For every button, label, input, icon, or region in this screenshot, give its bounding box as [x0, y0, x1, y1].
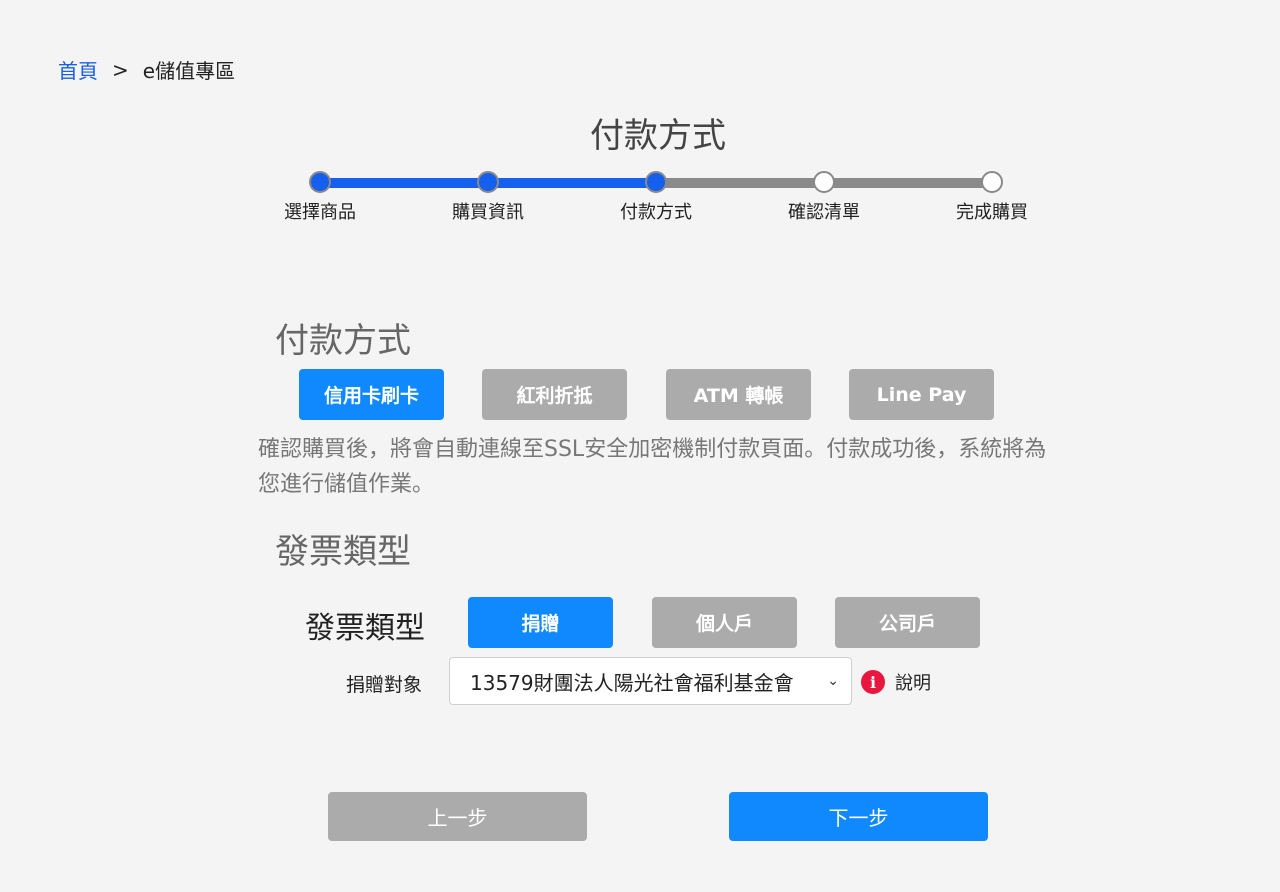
info-help-text: 說明 — [895, 673, 931, 694]
step-label: 付款方式 — [620, 202, 692, 223]
payment-credit-card-button[interactable]: 信用卡刷卡 — [299, 369, 444, 420]
step-dot — [645, 171, 667, 193]
step-dot — [813, 171, 835, 193]
step-complete: 完成購買 — [932, 170, 1052, 224]
info-help-link[interactable]: i 說明 — [861, 669, 931, 695]
step-purchase-info: 購買資訊 — [428, 170, 548, 224]
payment-description: 確認購買後，將會自動連線至SSL安全加密機制付款頁面。付款成功後，系統將為您進行… — [258, 437, 1047, 497]
step-dot — [477, 171, 499, 193]
step-label: 選擇商品 — [284, 202, 356, 223]
invoice-donate-button[interactable]: 捐贈 — [468, 597, 613, 648]
breadcrumb-home-link[interactable]: 首頁 — [58, 55, 98, 84]
next-step-button[interactable]: 下一步 — [729, 792, 988, 841]
invoice-personal-button[interactable]: 個人戶 — [652, 597, 797, 648]
payment-bonus-points-button[interactable]: 紅利折抵 — [482, 369, 627, 420]
step-payment-method: 付款方式 — [596, 170, 716, 224]
breadcrumb-current: e儲值專區 — [142, 59, 236, 83]
invoice-section-title: 發票類型 — [275, 532, 411, 572]
breadcrumb: 首頁 > e儲值專區 — [58, 55, 235, 84]
previous-step-button[interactable]: 上一步 — [328, 792, 587, 841]
payment-line-pay-button[interactable]: Line Pay — [849, 369, 994, 420]
step-label: 完成購買 — [956, 202, 1028, 223]
payment-atm-transfer-button[interactable]: ATM 轉帳 — [666, 369, 811, 420]
payment-section-title: 付款方式 — [275, 321, 411, 361]
step-confirm-list: 確認清單 — [764, 170, 884, 224]
invoice-company-button[interactable]: 公司戶 — [835, 597, 980, 648]
chevron-down-icon: ⌄ — [827, 673, 839, 689]
step-dot — [981, 171, 1003, 193]
page-title: 付款方式 — [590, 116, 726, 156]
donee-label: 捐贈對象 — [346, 674, 423, 696]
breadcrumb-separator: > — [112, 57, 129, 82]
step-label: 購買資訊 — [452, 202, 524, 223]
step-select-product: 選擇商品 — [260, 170, 380, 224]
step-label: 確認清單 — [788, 202, 860, 223]
donee-select-value: 13579財團法人陽光社會福利基金會 — [470, 670, 794, 695]
exclamation-icon: i — [861, 670, 885, 694]
donee-select[interactable]: 13579財團法人陽光社會福利基金會 ⌄ — [449, 657, 852, 705]
progress-stepper: 選擇商品 購買資訊 付款方式 確認清單 完成購買 — [282, 170, 1038, 230]
invoice-type-label: 發票類型 — [305, 611, 425, 646]
step-dot — [309, 171, 331, 193]
